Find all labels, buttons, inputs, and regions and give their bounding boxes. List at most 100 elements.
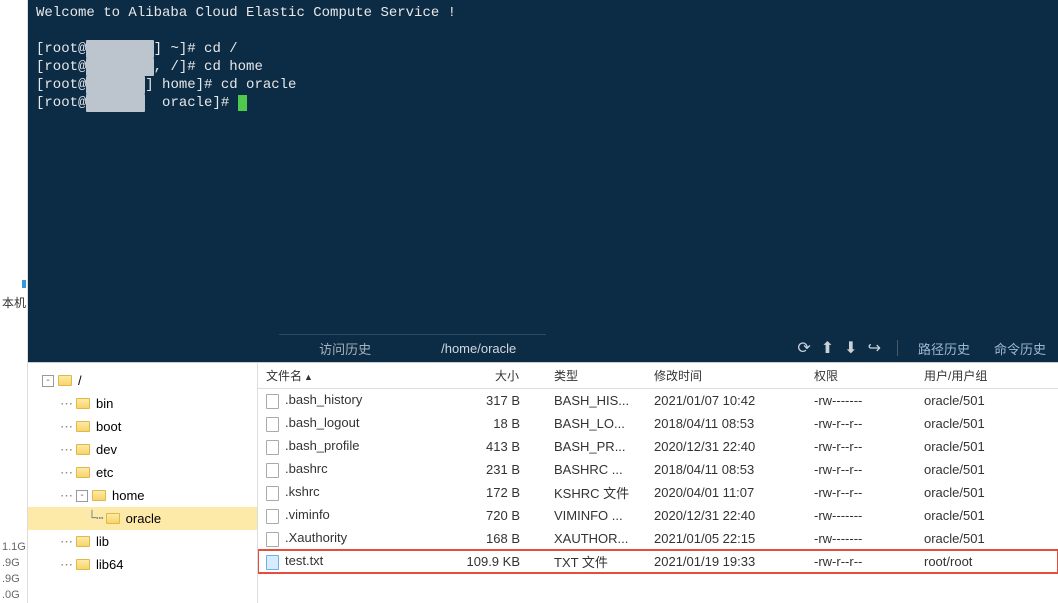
file-mtime: 2018/04/11 08:53	[646, 462, 806, 477]
tree-item-boot[interactable]: ⋯boot	[28, 415, 257, 438]
file-owner: root/root	[916, 554, 1026, 569]
file-type: BASH_PR...	[546, 439, 646, 454]
upload-icon[interactable]: ⬆	[821, 338, 834, 358]
file-name: test.txt	[285, 553, 323, 568]
file-mtime: 2021/01/19 19:33	[646, 554, 806, 569]
file-row[interactable]: test.txt 109.9 KB TXT 文件2021/01/19 19:33-r…	[258, 550, 1058, 573]
file-perm: -rw-r--r--	[806, 554, 916, 569]
path-bar: 访问历史 /home/oracle ⟳ ⬆ ⬇ ↪ 路径历史 命令历史	[28, 334, 1058, 362]
header-perm[interactable]: 权限	[806, 367, 916, 384]
tree-label: lib	[96, 534, 109, 549]
file-perm: -rw-r--r--	[806, 416, 916, 431]
file-icon	[266, 509, 279, 524]
file-owner: oracle/501	[916, 439, 1026, 454]
file-name: .kshrc	[285, 484, 320, 499]
tree-item-lib[interactable]: ⋯lib	[28, 530, 257, 553]
tree-item-home[interactable]: ⋯-home	[28, 484, 257, 507]
file-type: KSHRC 文件	[546, 483, 646, 502]
sidebar-label[interactable]: 本机	[2, 294, 26, 311]
file-owner: oracle/501	[916, 508, 1026, 523]
file-area: -/⋯bin⋯boot⋯dev⋯etc⋯-home└⋯oracle⋯lib⋯li…	[28, 362, 1058, 603]
file-row[interactable]: .Xauthority168 BXAUTHOR...2021/01/05 22:…	[258, 527, 1058, 550]
file-icon	[266, 555, 279, 570]
file-row[interactable]: .kshrc172 BKSHRC 文件2020/04/01 11:07-rw-r…	[258, 481, 1058, 504]
tree-item-bin[interactable]: ⋯bin	[28, 392, 257, 415]
file-size: 317 B	[448, 393, 528, 408]
file-icon	[266, 440, 279, 455]
tree-label: bin	[96, 396, 113, 411]
tree-item-root[interactable]: -/	[28, 369, 257, 392]
folder-icon	[76, 398, 90, 409]
file-row[interactable]: .viminfo720 BVIMINFO ...2020/12/31 22:40…	[258, 504, 1058, 527]
current-path[interactable]: /home/oracle	[411, 334, 546, 362]
sidebar-stats: 1.1G .9G .9G .0G	[0, 539, 26, 603]
tree-item-lib64[interactable]: ⋯lib64	[28, 553, 257, 576]
tree-label: dev	[96, 442, 117, 457]
file-name: .bash_logout	[285, 415, 359, 430]
tree-item-oracle[interactable]: └⋯oracle	[28, 507, 257, 530]
file-perm: -rw-r--r--	[806, 485, 916, 500]
download-icon[interactable]: ⬇	[844, 338, 857, 358]
file-owner: oracle/501	[916, 531, 1026, 546]
file-size: 109.9 KB	[448, 554, 528, 569]
tree-toggle[interactable]: -	[76, 490, 88, 502]
separator	[897, 340, 898, 356]
file-row[interactable]: .bash_logout18 BBASH_LO...2018/04/11 08:…	[258, 412, 1058, 435]
file-size: 413 B	[448, 439, 528, 454]
file-name: .bash_profile	[285, 438, 359, 453]
stat-0: 1.1G	[2, 539, 26, 555]
tree-item-etc[interactable]: ⋯etc	[28, 461, 257, 484]
tree-label: home	[112, 488, 145, 503]
link-path-history[interactable]: 路径历史	[906, 339, 982, 358]
file-perm: -rw-------	[806, 393, 916, 408]
file-icon	[266, 463, 279, 478]
header-owner[interactable]: 用户/用户组	[916, 367, 1026, 384]
tree-label: lib64	[96, 557, 123, 572]
header-type[interactable]: 类型	[546, 367, 646, 384]
tree-item-dev[interactable]: ⋯dev	[28, 438, 257, 461]
file-list-header[interactable]: 文件名▲ 大小 类型 修改时间 权限 用户/用户组	[258, 363, 1058, 389]
header-size[interactable]: 大小	[448, 367, 528, 384]
activity-indicator	[22, 280, 26, 288]
header-mtime[interactable]: 修改时间	[646, 367, 806, 384]
link-cmd-history[interactable]: 命令历史	[982, 339, 1058, 358]
file-owner: oracle/501	[916, 393, 1026, 408]
folder-icon	[76, 421, 90, 432]
file-perm: -rw-r--r--	[806, 462, 916, 477]
file-mtime: 2021/01/05 22:15	[646, 531, 806, 546]
folder-icon	[76, 559, 90, 570]
terminal[interactable]: Welcome to Alibaba Cloud Elastic Compute…	[28, 0, 1058, 362]
header-name[interactable]: 文件名▲	[258, 367, 448, 384]
file-mtime: 2020/12/31 22:40	[646, 508, 806, 523]
file-mtime: 2020/12/31 22:40	[646, 439, 806, 454]
file-mtime: 2021/01/07 10:42	[646, 393, 806, 408]
file-row[interactable]: .bashrc231 BBASHRC ...2018/04/11 08:53-r…	[258, 458, 1058, 481]
tree-label: boot	[96, 419, 121, 434]
export-icon[interactable]: ↪	[868, 338, 881, 358]
file-icon	[266, 417, 279, 432]
file-name: .bashrc	[285, 461, 328, 476]
stat-1: .9G	[2, 555, 26, 571]
file-name: .Xauthority	[285, 530, 347, 545]
file-perm: -rw-------	[806, 531, 916, 546]
sort-asc-icon: ▲	[304, 372, 313, 382]
file-icon	[266, 486, 279, 501]
refresh-icon[interactable]: ⟳	[797, 338, 810, 358]
file-name: .bash_history	[285, 392, 362, 407]
file-size: 18 B	[448, 416, 528, 431]
file-type: BASHRC ...	[546, 462, 646, 477]
tree-toggle[interactable]: -	[42, 375, 54, 387]
folder-tree[interactable]: -/⋯bin⋯boot⋯dev⋯etc⋯-home└⋯oracle⋯lib⋯li…	[28, 363, 258, 603]
folder-icon	[76, 536, 90, 547]
file-row[interactable]: .bash_profile 413 B BASH_PR...2020/12/31 2…	[258, 435, 1058, 458]
file-mtime: 2018/04/11 08:53	[646, 416, 806, 431]
file-type: TXT 文件	[546, 552, 646, 571]
file-size: 720 B	[448, 508, 528, 523]
file-row[interactable]: .bash_history317 BBASH_HIS...2021/01/07 …	[258, 389, 1058, 412]
left-sidebar: 本机 1.1G .9G .9G .0G	[0, 0, 28, 603]
file-mtime: 2020/04/01 11:07	[646, 485, 806, 500]
file-owner: oracle/501	[916, 416, 1026, 431]
file-size: 168 B	[448, 531, 528, 546]
tab-visit-history[interactable]: 访问历史	[279, 334, 411, 362]
tree-label: /	[78, 373, 82, 388]
